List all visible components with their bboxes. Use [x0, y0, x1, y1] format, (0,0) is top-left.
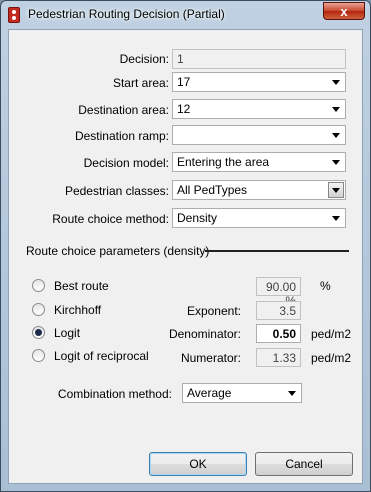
- combination-method-value: Average: [187, 386, 232, 400]
- start-area-value: 17: [177, 75, 191, 89]
- start-area-label: Start area:: [112, 76, 169, 90]
- decision-label: Decision:: [119, 52, 169, 66]
- destination-area-dropdown[interactable]: 12: [172, 99, 346, 119]
- decision-model-value: Entering the area: [177, 155, 270, 169]
- ok-button[interactable]: OK: [149, 452, 247, 476]
- best-route-percent-field: 90.00 %: [256, 277, 301, 308]
- app-icon: [8, 7, 20, 23]
- chevron-down-icon: [332, 107, 340, 112]
- numerator-label: Numerator:: [180, 351, 241, 365]
- pedestrian-classes-label: Pedestrian classes:: [64, 184, 169, 198]
- chevron-down-icon: [332, 80, 340, 85]
- chevron-down-icon: [288, 391, 296, 396]
- section-title: Route choice parameters (density): [26, 244, 210, 258]
- pedestrian-classes-value: All PedTypes: [177, 183, 248, 197]
- cancel-button[interactable]: Cancel: [255, 452, 353, 476]
- destination-ramp-label: Destination ramp:: [74, 129, 169, 143]
- best-route-label[interactable]: Best route: [54, 279, 109, 293]
- combination-method-dropdown[interactable]: Average: [182, 383, 302, 403]
- destination-area-value: 12: [177, 102, 191, 116]
- combination-method-label: Combination method:: [57, 387, 172, 401]
- route-choice-method-label: Route choice method:: [52, 212, 169, 226]
- numerator-field: 1.33: [256, 348, 301, 367]
- exponent-field: 3.5: [256, 301, 301, 320]
- close-button[interactable]: x: [323, 2, 365, 20]
- dialog-client-area: Decision: 1 Start area: 17 Destination a…: [8, 29, 363, 484]
- decision-model-label: Decision model:: [83, 156, 169, 170]
- denominator-unit: ped/m2: [311, 327, 352, 341]
- dialog-window: Pedestrian Routing Decision (Partial) x …: [0, 0, 371, 492]
- pedestrian-classes-dropdown[interactable]: All PedTypes: [172, 180, 346, 200]
- denominator-field[interactable]: 0.50: [256, 324, 301, 343]
- exponent-label: Exponent:: [186, 304, 241, 318]
- destination-ramp-dropdown[interactable]: [172, 125, 346, 145]
- dropdown-button[interactable]: [328, 182, 344, 198]
- best-route-unit: %: [320, 279, 331, 293]
- chevron-down-icon: [332, 133, 340, 138]
- chevron-down-icon: [332, 216, 340, 221]
- start-area-dropdown[interactable]: 17: [172, 72, 346, 92]
- denominator-label: Denominator:: [168, 327, 241, 341]
- chevron-down-icon: [332, 160, 340, 165]
- section-divider: [205, 250, 349, 252]
- decision-model-dropdown[interactable]: Entering the area: [172, 152, 346, 172]
- chevron-down-icon: [332, 188, 340, 193]
- window-title: Pedestrian Routing Decision (Partial): [28, 7, 225, 21]
- best-route-radio[interactable]: [32, 279, 45, 292]
- title-bar[interactable]: Pedestrian Routing Decision (Partial) x: [1, 1, 370, 28]
- decision-field: 1: [172, 49, 346, 69]
- destination-area-label: Destination area:: [78, 103, 169, 117]
- route-choice-method-dropdown[interactable]: Density: [172, 208, 346, 228]
- route-choice-method-value: Density: [177, 211, 218, 225]
- numerator-unit: ped/m2: [311, 351, 352, 365]
